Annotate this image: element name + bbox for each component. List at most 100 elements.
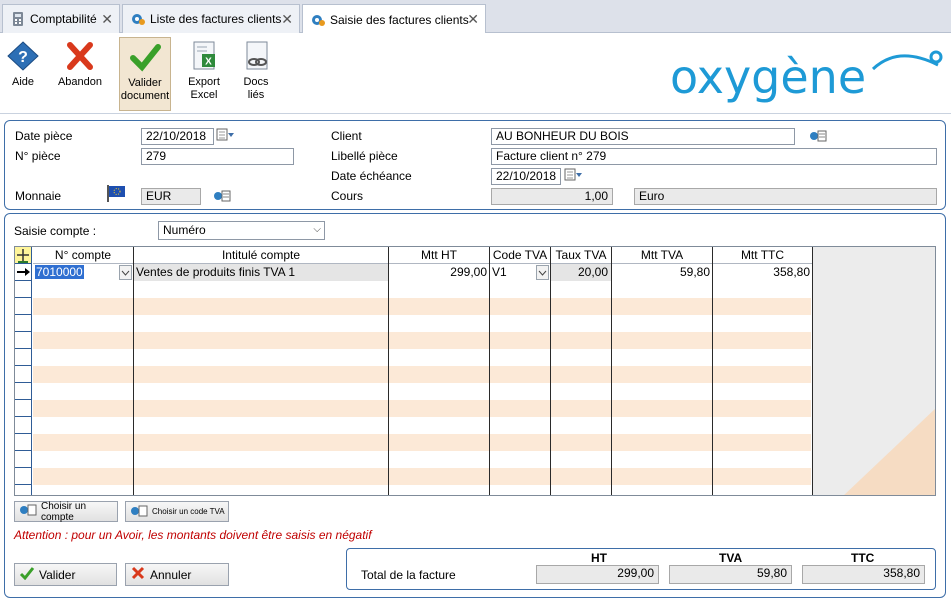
saisie-compte-select[interactable]: Numéro ⌵: [158, 221, 325, 240]
monnaie-label: Monnaie: [15, 189, 62, 203]
watermark-decoration: [844, 408, 935, 495]
close-icon[interactable]: ✕: [467, 11, 479, 28]
abandon-button[interactable]: Abandon: [54, 37, 106, 111]
total-ttc-field: 358,80: [802, 565, 925, 584]
totals-ttc-header: TTC: [851, 551, 875, 565]
total-ht-field: 299,00: [536, 565, 659, 584]
cours-label: Cours: [331, 189, 364, 203]
row-marker[interactable]: [15, 485, 32, 495]
chevron-down-icon: ⌵: [313, 224, 321, 235]
oxygene-logo: oxygène: [668, 47, 948, 107]
table-row[interactable]: [33, 366, 811, 383]
choose-account-button[interactable]: Choisir un compte: [14, 501, 118, 523]
tab-label: Saisie des factures clients: [330, 12, 469, 27]
negative-amount-warning: Attention : pour un Avoir, les montants …: [14, 528, 372, 542]
validate-button[interactable]: Valider: [14, 563, 117, 586]
close-icon: [130, 566, 146, 583]
table-row[interactable]: [33, 281, 811, 298]
row-marker[interactable]: [15, 417, 32, 434]
calendar-dropdown-icon[interactable]: [216, 128, 234, 142]
linked-docs-button[interactable]: Docs liés: [234, 37, 278, 111]
table-row[interactable]: [33, 349, 811, 366]
help-button[interactable]: ? Aide: [2, 37, 44, 111]
table-row[interactable]: [33, 383, 811, 400]
client-field[interactable]: AU BONHEUR DU BOIS: [491, 128, 795, 145]
export-excel-button[interactable]: X Export Excel: [182, 37, 226, 111]
row-marker[interactable]: [15, 349, 32, 366]
totals-ht-header: HT: [591, 551, 607, 565]
column-header-mtt-ht[interactable]: Mtt HT: [389, 247, 489, 264]
cancel-button[interactable]: Annuler: [125, 563, 229, 586]
cell-code-tva[interactable]: V1: [490, 264, 550, 281]
logo-text: oxygène: [670, 50, 866, 104]
cell-mtt-ht[interactable]: 299,00: [389, 264, 489, 281]
svg-text:X: X: [205, 57, 212, 68]
column-header-mtt-tva[interactable]: Mtt TVA: [612, 247, 712, 264]
close-icon[interactable]: ✕: [281, 11, 293, 28]
current-row-arrow-icon: [15, 264, 32, 281]
accounting-grid: N° compte Intitulé compte Mtt HT Code TV…: [14, 246, 936, 496]
libelle-field[interactable]: Facture client n° 279: [491, 148, 937, 165]
tab-comptabilite[interactable]: Comptabilité ✕: [2, 4, 120, 33]
gears-icon: [131, 12, 145, 26]
row-marker[interactable]: [15, 281, 32, 298]
chevron-down-icon[interactable]: [119, 265, 132, 280]
tab-liste-factures[interactable]: Liste des factures clients ✕: [122, 4, 300, 33]
tab-label: Liste des factures clients: [150, 12, 282, 26]
row-marker[interactable]: [15, 434, 32, 451]
table-row[interactable]: [33, 417, 811, 434]
calculator-icon: [11, 12, 25, 26]
tab-bar: Comptabilité ✕ Liste des factures client…: [0, 0, 951, 34]
num-piece-field[interactable]: 279: [141, 148, 294, 165]
column-header-code-tva[interactable]: Code TVA: [490, 247, 550, 264]
row-marker[interactable]: [15, 366, 32, 383]
echeance-field[interactable]: 22/10/2018: [491, 168, 561, 185]
row-marker[interactable]: [15, 400, 32, 417]
table-row[interactable]: [33, 332, 811, 349]
row-marker[interactable]: [15, 332, 32, 349]
table-row[interactable]: [33, 485, 811, 495]
table-row[interactable]: [33, 434, 811, 451]
table-row[interactable]: [33, 468, 811, 485]
gears-icon: [311, 13, 325, 27]
tab-label: Comptabilité: [30, 12, 97, 26]
row-marker[interactable]: [15, 451, 32, 468]
toolbar: ? Aide Abandon Valider document X Export…: [0, 33, 951, 114]
list-lookup-icon[interactable]: [213, 189, 231, 203]
calendar-dropdown-icon[interactable]: [564, 168, 582, 182]
row-marker[interactable]: [15, 298, 32, 315]
client-lookup-icon[interactable]: [809, 129, 827, 143]
close-icon[interactable]: ✕: [101, 11, 113, 28]
column-header-compte[interactable]: N° compte: [33, 247, 133, 264]
chevron-down-icon[interactable]: [536, 265, 549, 280]
libelle-label: Libellé pièce: [331, 149, 398, 163]
table-row[interactable]: [33, 451, 811, 468]
column-header-intitule[interactable]: Intitulé compte: [134, 247, 388, 264]
cell-mtt-ttc[interactable]: 358,80: [713, 264, 812, 281]
row-marker[interactable]: [15, 383, 32, 400]
tab-saisie-factures[interactable]: Saisie des factures clients ✕: [302, 4, 486, 34]
monnaie-field: EUR: [141, 188, 201, 205]
saisie-compte-label: Saisie compte :: [14, 224, 97, 238]
row-marker[interactable]: [15, 468, 32, 485]
table-row[interactable]: [33, 315, 811, 332]
date-piece-label: Date pièce: [15, 129, 73, 143]
checkmark-icon: [128, 42, 162, 72]
cell-mtt-tva[interactable]: 59,80: [612, 264, 712, 281]
devise-field: Euro: [634, 188, 937, 205]
column-header-taux-tva[interactable]: Taux TVA: [551, 247, 611, 264]
grid-empty-area: [812, 247, 935, 495]
checkmark-icon: [19, 566, 35, 583]
header-panel: Date pièce 22/10/2018 N° pièce 279 Monna…: [4, 120, 946, 210]
table-row[interactable]: [33, 298, 811, 315]
choose-vat-button[interactable]: Choisir un code TVA: [125, 501, 229, 522]
table-row[interactable]: [33, 400, 811, 417]
validate-document-button[interactable]: Valider document: [119, 37, 171, 111]
add-row-icon[interactable]: [15, 247, 32, 264]
list-lookup-icon: [130, 504, 148, 520]
cell-compte[interactable]: 7010000: [34, 264, 133, 281]
date-piece-field[interactable]: 22/10/2018: [141, 128, 214, 145]
column-header-mtt-ttc[interactable]: Mtt TTC: [713, 247, 812, 264]
row-marker[interactable]: [15, 315, 32, 332]
num-piece-label: N° pièce: [15, 149, 61, 163]
